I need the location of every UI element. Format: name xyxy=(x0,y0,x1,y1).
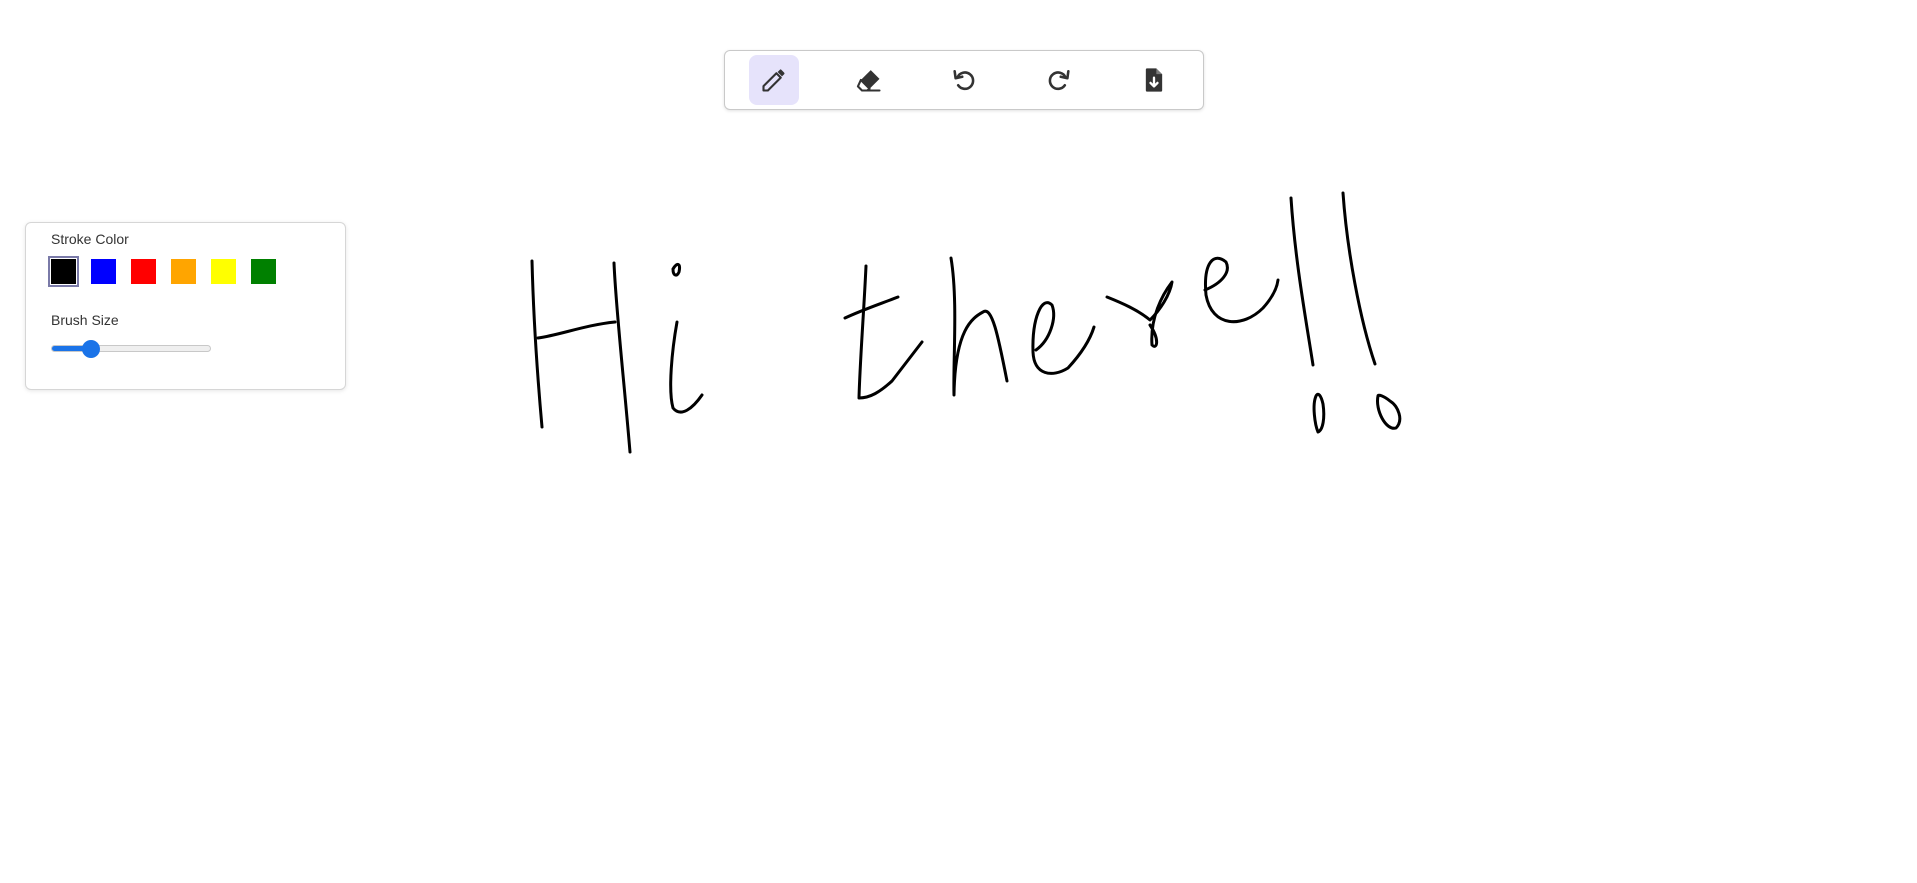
stroke-excl2-dot xyxy=(1376,393,1402,430)
stroke-h-left xyxy=(530,259,544,429)
swatch-black[interactable] xyxy=(48,256,79,287)
undo-icon xyxy=(953,69,975,91)
redo-icon xyxy=(1048,69,1070,91)
slider-thumb[interactable] xyxy=(82,340,100,358)
swatch-blue[interactable] xyxy=(91,259,116,284)
stroke-e2 xyxy=(1203,256,1280,324)
file-download-icon xyxy=(1145,68,1163,92)
eraser-button[interactable] xyxy=(844,55,894,105)
stroke-i-body xyxy=(669,320,704,414)
settings-panel: Stroke Color Brush Size xyxy=(25,222,346,390)
handwriting-drawing xyxy=(530,191,1402,454)
swatch-red[interactable] xyxy=(131,259,156,284)
stroke-h-bar xyxy=(536,320,617,340)
eraser-icon xyxy=(856,70,881,92)
slider-track xyxy=(51,345,211,352)
stroke-t-vert xyxy=(857,264,924,400)
undo-button[interactable] xyxy=(939,55,989,105)
brush-size-label: Brush Size xyxy=(51,312,119,328)
pencil-icon xyxy=(762,69,785,92)
drawing-canvas[interactable] xyxy=(0,0,1917,883)
stroke-e1 xyxy=(1031,301,1096,375)
stroke-t-bar xyxy=(843,295,900,320)
redo-button[interactable] xyxy=(1034,55,1084,105)
swatch-green[interactable] xyxy=(251,259,276,284)
toolbar xyxy=(724,50,1204,110)
stroke-excl1-line xyxy=(1289,196,1315,367)
stroke-excl1-dot xyxy=(1312,392,1326,434)
stroke-r xyxy=(1105,280,1174,348)
save-button[interactable] xyxy=(1129,55,1179,105)
stroke-excl2-line xyxy=(1341,191,1377,366)
swatch-orange[interactable] xyxy=(171,259,196,284)
stroke-color-label: Stroke Color xyxy=(51,231,129,247)
color-swatches xyxy=(48,256,276,287)
stroke-h2 xyxy=(949,256,1009,397)
pencil-button[interactable] xyxy=(749,55,799,105)
brush-size-slider[interactable] xyxy=(51,339,211,359)
stroke-i-dot xyxy=(671,263,681,277)
stroke-h-right xyxy=(612,261,632,454)
swatch-yellow[interactable] xyxy=(211,259,236,284)
